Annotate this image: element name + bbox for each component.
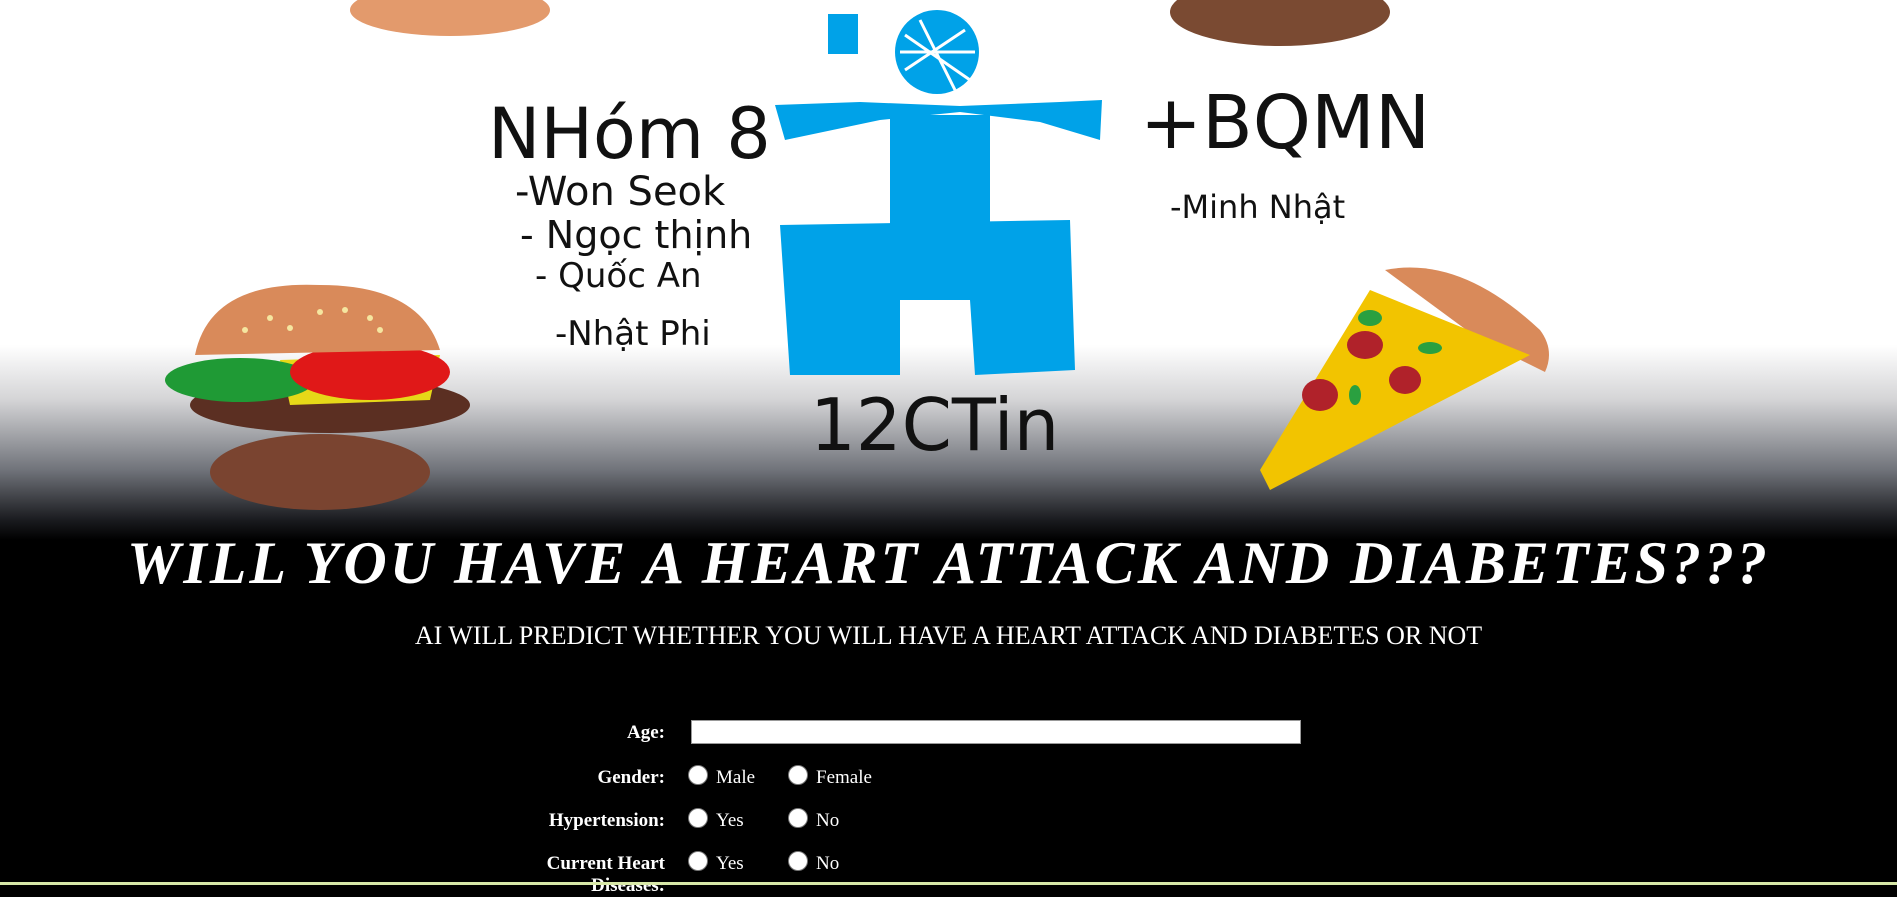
page-subtitle: AI WILL PREDICT WHETHER YOU WILL HAVE A …	[414, 621, 1483, 650]
gender-female-label: Female	[816, 767, 872, 788]
hero-banner: NHóm 8 -Won Seok - Ngọc thịnh - Quốc An …	[0, 0, 1897, 540]
gender-male-option[interactable]: Male	[688, 765, 756, 789]
hypertension-no-option[interactable]: No	[788, 808, 840, 832]
member-3: - Quốc An	[535, 256, 702, 296]
member-1: -Won Seok	[515, 169, 726, 215]
heart-disease-row: Current Heart Diseases: Yes No	[0, 846, 1897, 896]
age-label: Age:	[627, 722, 665, 743]
gender-male-label: Male	[716, 767, 756, 788]
heart-disease-label: Current Heart Diseases:	[546, 853, 665, 896]
class-name: 12CTin	[810, 383, 1059, 467]
heart-disease-no-radio[interactable]	[788, 851, 808, 871]
hero-drawing: NHóm 8 -Won Seok - Ngọc thịnh - Quốc An …	[165, 0, 1549, 510]
heart-disease-yes-label: Yes	[716, 853, 744, 874]
heart-disease-yes-radio[interactable]	[688, 851, 708, 871]
heart-disease-no-option[interactable]: No	[788, 851, 840, 875]
age-input[interactable]	[691, 720, 1301, 744]
group-title: NHóm 8	[488, 93, 771, 175]
gender-label: Gender:	[597, 767, 665, 788]
plus-title: +BQMN	[1140, 80, 1430, 166]
hypertension-row: Hypertension: Yes No	[0, 803, 1897, 843]
plus-member-1: -Minh Nhật	[1170, 188, 1345, 226]
hypertension-yes-option[interactable]: Yes	[688, 808, 744, 832]
pizza-icon	[1260, 267, 1549, 490]
burger-icon	[165, 284, 470, 510]
member-2: - Ngọc thịnh	[520, 213, 752, 257]
top-right-food-icon	[1170, 0, 1390, 46]
heart-disease-yes-option[interactable]: Yes	[688, 851, 744, 875]
top-left-food-icon	[350, 0, 550, 36]
hypertension-yes-radio[interactable]	[688, 808, 708, 828]
hypertension-no-label: No	[816, 810, 840, 831]
age-row: Age:	[0, 715, 1897, 755]
member-4: -Nhật Phi	[555, 314, 711, 354]
gender-female-option[interactable]: Female	[788, 765, 872, 789]
gender-row: Gender: Male Female	[0, 760, 1897, 800]
gender-male-radio[interactable]	[688, 765, 708, 785]
hypertension-no-radio[interactable]	[788, 808, 808, 828]
hypertension-label: Hypertension:	[548, 810, 665, 831]
school-logo-icon	[775, 10, 1102, 375]
hypertension-yes-label: Yes	[716, 810, 744, 831]
heart-disease-no-label: No	[816, 853, 840, 874]
gender-female-radio[interactable]	[788, 765, 808, 785]
page-title: WILL YOU HAVE A HEART ATTACK AND DIABETE…	[127, 530, 1770, 596]
